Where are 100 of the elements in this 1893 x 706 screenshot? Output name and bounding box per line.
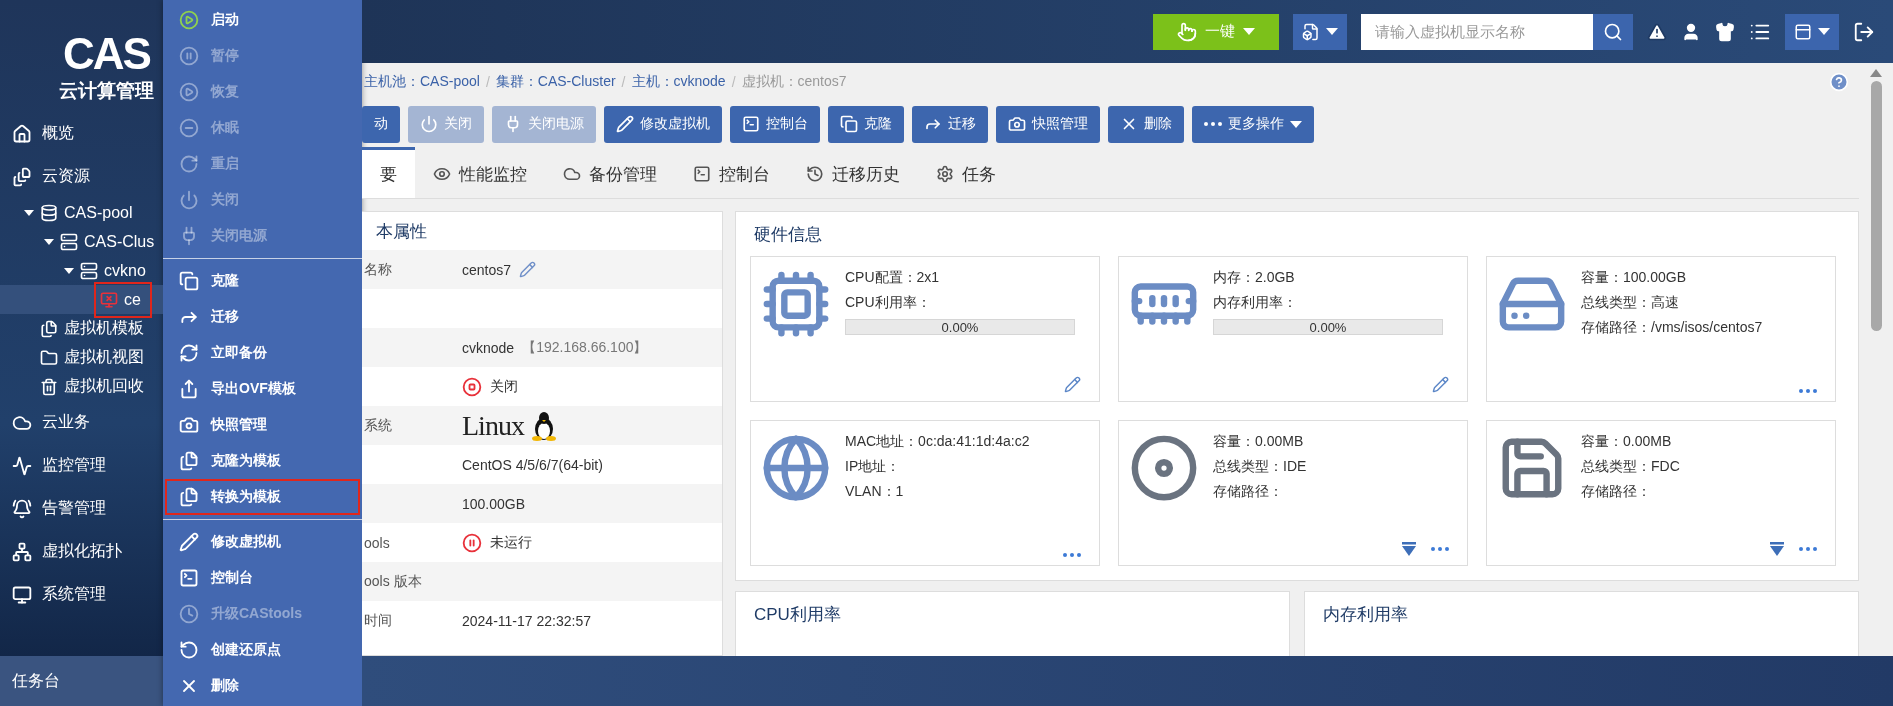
ellipsis-icon[interactable] xyxy=(1799,547,1817,551)
tree-item[interactable]: 虚拟机模板 xyxy=(0,314,163,343)
bell-icon xyxy=(12,498,32,519)
property-label: 名称 xyxy=(364,260,392,277)
terminal-icon xyxy=(742,115,760,133)
toolbar-button[interactable]: 修改虚拟机 xyxy=(604,105,722,143)
menu-item[interactable]: 控制台 xyxy=(165,560,360,596)
hardware-detail: 容量：0.00MB xyxy=(1213,433,1305,451)
toolbar-button[interactable]: 迁移 xyxy=(912,105,988,143)
menu-item[interactable]: 创建还原点 xyxy=(165,632,360,668)
breadcrumb-link[interactable]: 集群：CAS-Cluster xyxy=(495,73,616,91)
layout-dropdown[interactable] xyxy=(1785,13,1839,50)
taskbar-label[interactable]: 任务台 xyxy=(0,656,163,706)
toolbar-button[interactable]: 控制台 xyxy=(730,105,820,143)
network-icon xyxy=(12,541,32,562)
folder-icon xyxy=(40,348,58,367)
usage-reading: 0.00% xyxy=(941,319,979,335)
power-icon xyxy=(179,190,199,210)
pencil-icon[interactable] xyxy=(519,261,537,278)
property-label: ools 版本 xyxy=(364,572,422,589)
hardware-detail: 总线类型：IDE xyxy=(1213,458,1308,476)
caret-icon[interactable] xyxy=(44,238,54,245)
home-icon xyxy=(12,123,32,144)
search-field[interactable]: 请输入虚拟机显示名称 xyxy=(1361,13,1593,50)
tree-item[interactable]: ce xyxy=(0,285,163,314)
pencil-icon xyxy=(616,115,634,133)
warning-icon[interactable] xyxy=(1647,21,1667,42)
pencil-icon[interactable] xyxy=(1432,376,1449,393)
triangle-down-icon[interactable] xyxy=(1401,541,1417,557)
minus-circle-icon xyxy=(179,118,199,138)
ip-address: 【192.168.66.100】 xyxy=(522,338,648,357)
status-text: 未运行 xyxy=(490,533,532,552)
breadcrumb-link[interactable]: 主机：cvknode xyxy=(631,73,726,91)
nav-item[interactable]: 监控管理 xyxy=(0,444,163,487)
tab[interactable]: 性能监控 xyxy=(415,147,545,198)
caret-icon[interactable] xyxy=(24,209,34,216)
caret-icon[interactable] xyxy=(64,267,74,274)
menu-item[interactable]: 转换为模板 xyxy=(165,479,360,515)
panel-title: 硬件信息 xyxy=(753,223,823,246)
hardware-detail: CPU配置：2x1 xyxy=(845,269,941,287)
rotate-icon xyxy=(179,154,199,174)
hardware-detail: VLAN：1 xyxy=(845,483,905,501)
menu-item[interactable]: 导出OVF模板 xyxy=(165,371,360,407)
menu-item[interactable]: 克隆为模板 xyxy=(165,443,360,479)
triangle-down-icon[interactable] xyxy=(1769,541,1785,557)
nav-item[interactable]: 虚拟化拓扑 xyxy=(0,530,163,573)
caret-icon xyxy=(1290,120,1302,128)
tab[interactable]: 迁移历史 xyxy=(788,147,918,198)
breadcrumb-link[interactable]: 主机池：CAS-pool xyxy=(364,73,480,91)
pencil-icon[interactable] xyxy=(1064,376,1081,393)
menu-item[interactable]: 克隆 xyxy=(165,263,360,299)
tab[interactable]: 控制台 xyxy=(675,147,788,198)
breadcrumb-separator: / xyxy=(731,74,736,90)
tree-item[interactable]: CAS-pool xyxy=(0,198,163,227)
tab[interactable]: 任务 xyxy=(918,147,1014,198)
menu-item[interactable]: 修改虚拟机 xyxy=(165,524,360,560)
toolbar-button[interactable]: 删除 xyxy=(1108,105,1184,143)
user-icon[interactable] xyxy=(1681,21,1701,42)
help-icon[interactable] xyxy=(1829,72,1849,92)
menu-item[interactable]: 立即备份 xyxy=(165,335,360,371)
menu-item[interactable]: 删除 xyxy=(165,668,360,704)
search-button[interactable] xyxy=(1593,13,1633,50)
nav-item[interactable]: 云资源 xyxy=(0,155,163,198)
os-name: Linux xyxy=(462,409,524,442)
undo-icon xyxy=(179,640,199,660)
ellipsis-icon[interactable] xyxy=(1431,547,1449,551)
share-icon xyxy=(179,379,199,399)
toolbar-button[interactable]: 快照管理 xyxy=(996,105,1100,143)
trash-icon xyxy=(40,377,58,396)
scroll-up-icon[interactable] xyxy=(1870,69,1882,77)
tree-item[interactable]: 虚拟机视图 xyxy=(0,343,163,372)
property-label: 系统 xyxy=(364,416,392,433)
ellipsis-icon[interactable] xyxy=(1799,389,1817,393)
toolbar-button[interactable]: 更多操作 xyxy=(1192,105,1314,143)
shirt-icon[interactable] xyxy=(1715,21,1735,42)
tree-item[interactable]: CAS-Clus xyxy=(0,227,163,256)
nav-item[interactable]: 告警管理 xyxy=(0,487,163,530)
toolbar-button[interactable]: 克隆 xyxy=(828,105,904,143)
nav-item[interactable]: 系统管理 xyxy=(0,573,163,616)
scrollbar-thumb[interactable] xyxy=(1870,81,1882,331)
ellipsis-icon[interactable] xyxy=(1063,553,1081,557)
menu-item[interactable]: 启动 xyxy=(165,2,360,38)
tab[interactable]: 备份管理 xyxy=(545,147,675,198)
play-circle-icon xyxy=(179,82,199,102)
nav-item[interactable]: 概览 xyxy=(0,112,163,155)
globe-icon xyxy=(761,433,831,503)
gear-icon xyxy=(936,165,954,183)
menu-item[interactable]: 迁移 xyxy=(165,299,360,335)
tree-item[interactable]: 虚拟机回收 xyxy=(0,372,163,401)
panel-title: 本属性 xyxy=(375,220,428,243)
cloud-icon xyxy=(563,165,581,183)
tree-item[interactable]: cvkno xyxy=(0,256,163,285)
pointer-icon xyxy=(1177,21,1197,42)
toolbar-button[interactable]: 动 xyxy=(362,105,400,143)
server-icon xyxy=(60,232,78,251)
logout-icon[interactable] xyxy=(1853,20,1875,43)
tab[interactable]: 要 xyxy=(362,147,415,198)
nav-item[interactable]: 云业务 xyxy=(0,401,163,444)
vm-filter-dropdown[interactable] xyxy=(1293,13,1347,50)
menu-item[interactable]: 快照管理 xyxy=(165,407,360,443)
